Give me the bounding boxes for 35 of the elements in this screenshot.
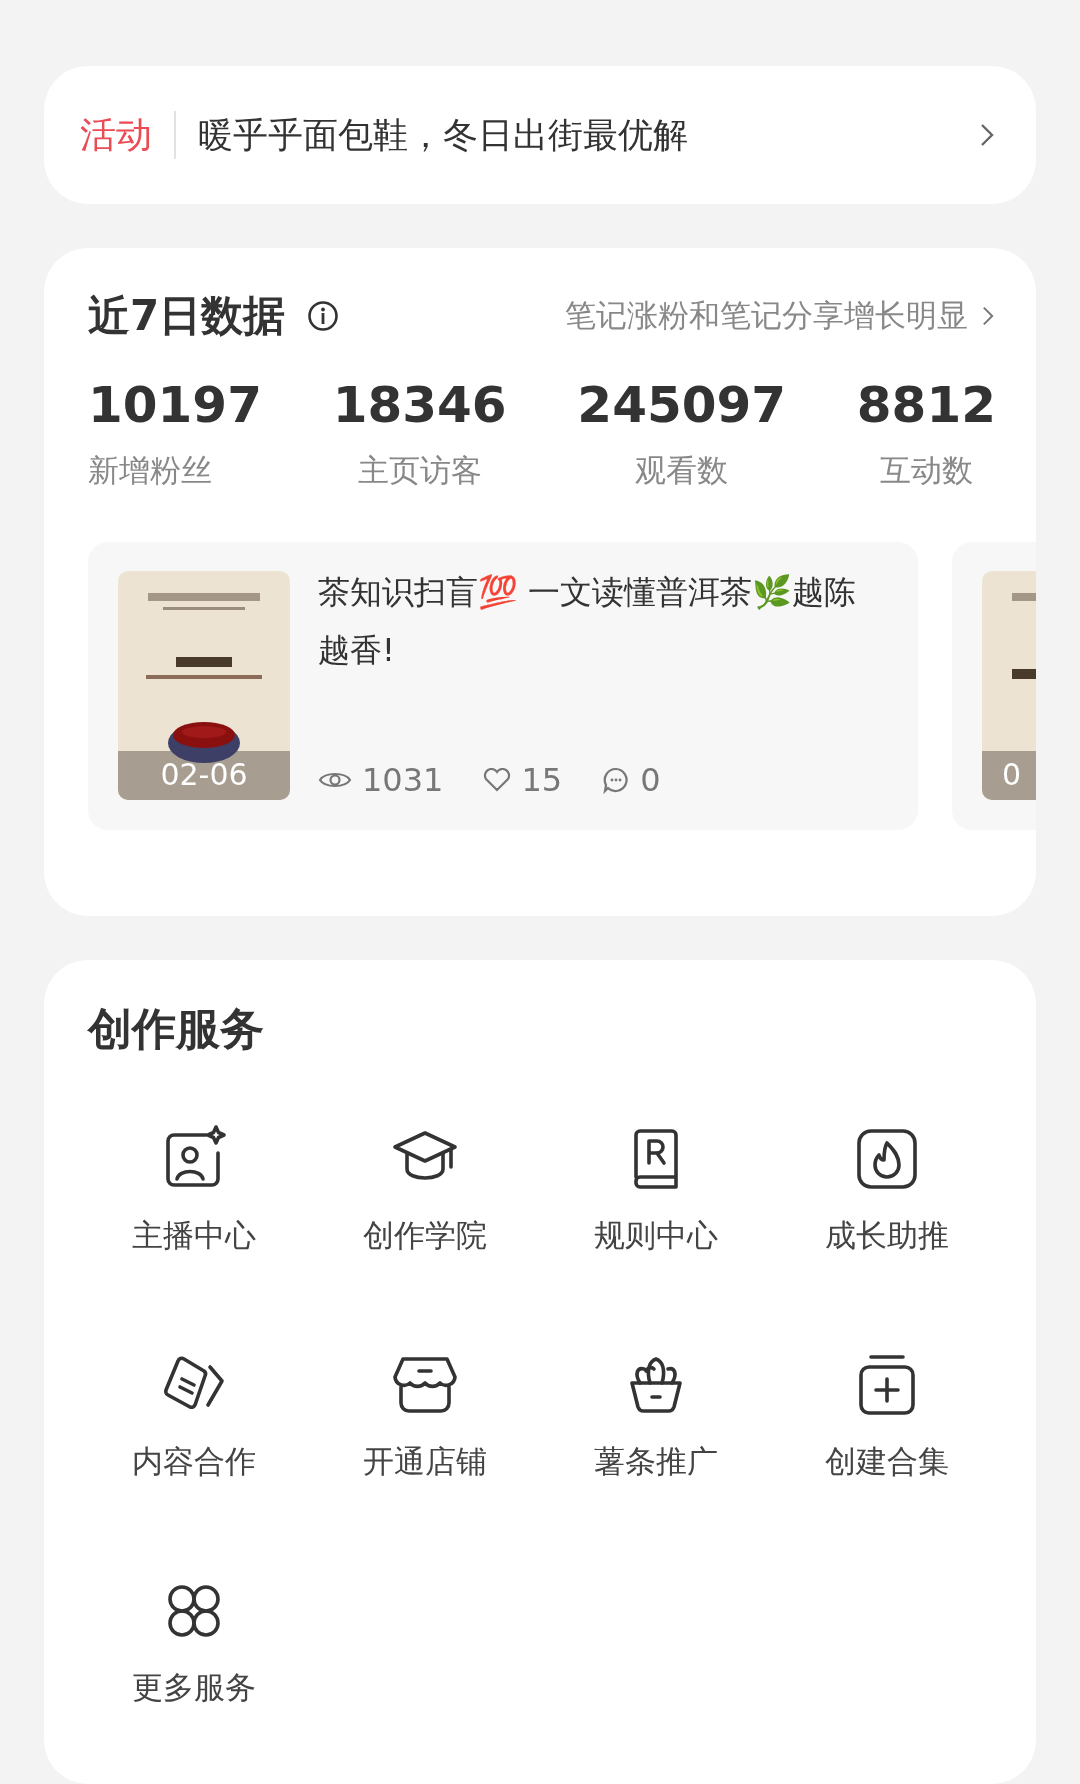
activity-text: 暖乎乎面包鞋，冬日出街最优解 [198, 113, 689, 157]
date-label: 02-06 [159, 757, 249, 792]
service-item[interactable]: 创作学院 [309, 1123, 540, 1257]
service-item[interactable]: 开通店铺 [309, 1349, 540, 1483]
metric-value: 18346 [332, 376, 507, 434]
comment-count: 0 [640, 761, 661, 799]
activity-banner[interactable]: 活动 暖乎乎面包鞋，冬日出街最优解 [44, 66, 1036, 204]
metric-label: 新增粉丝 [88, 451, 212, 490]
service-item[interactable]: 成长助推 [771, 1123, 1002, 1257]
service-item[interactable]: 薯条推广 [540, 1349, 771, 1483]
metric-label: 观看数 [635, 451, 729, 490]
service-item[interactable]: 规则中心 [540, 1123, 771, 1257]
section-title: 创作服务 [88, 1002, 264, 1056]
metric-label: 主页访客 [357, 451, 482, 490]
heart-icon [483, 768, 512, 792]
metric-value: 8812 [856, 376, 996, 434]
note-title: 茶知识扫盲💯 一文读懂普洱茶🌿越陈越香! [318, 572, 858, 671]
metric-label: 互动数 [879, 451, 973, 490]
date-label: 0 [1002, 757, 1023, 792]
metric-value: 245097 [577, 376, 787, 434]
trend-link[interactable]: 笔记涨粉和笔记分享增长明显 [565, 295, 968, 337]
info-icon[interactable] [307, 300, 340, 332]
comment-icon [602, 766, 631, 794]
metric-value: 10197 [88, 376, 262, 434]
section-title: 近7日数据 [88, 290, 286, 342]
service-item[interactable]: 主播中心 [78, 1123, 309, 1257]
service-item[interactable]: 更多服务 [78, 1575, 309, 1709]
service-item[interactable]: 内容合作 [78, 1349, 309, 1483]
like-count: 15 [521, 761, 563, 799]
view-count: 1031 [362, 761, 444, 799]
service-item[interactable]: 创建合集 [771, 1349, 1002, 1483]
chevron-right-icon [980, 123, 994, 147]
note-card[interactable]: 02-06 茶知识扫盲💯 一文读懂普洱茶🌿越陈越香! 1031 15 0 [88, 542, 918, 830]
chevron-right-icon [982, 306, 994, 326]
activity-tag: 活动 [80, 110, 152, 160]
